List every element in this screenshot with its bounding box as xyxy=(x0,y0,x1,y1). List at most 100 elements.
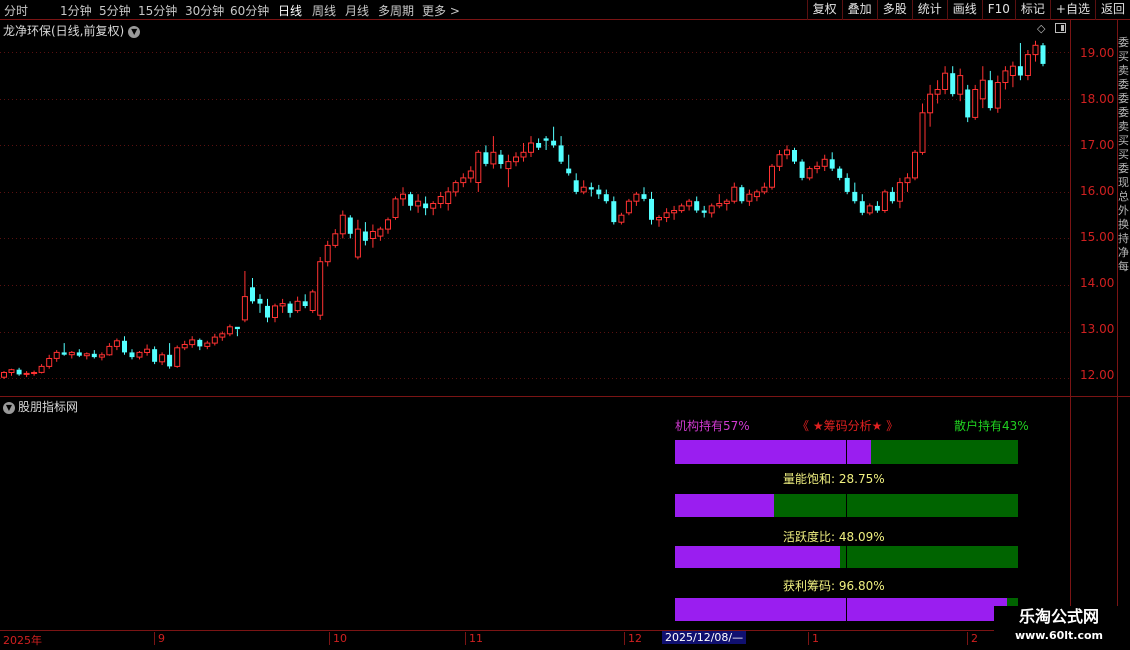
candle-body xyxy=(257,298,263,304)
candle-body xyxy=(1024,54,1031,76)
candle-body xyxy=(633,193,640,202)
candle xyxy=(279,298,286,313)
retail-holding-label: 散户持有43% xyxy=(954,419,1029,433)
date-label: 9 xyxy=(154,632,165,645)
candle xyxy=(558,136,564,164)
candle xyxy=(987,70,993,111)
candle-body xyxy=(279,303,286,307)
candle-body xyxy=(1040,45,1046,64)
candle xyxy=(701,205,707,218)
candle xyxy=(339,210,346,239)
date-label: 2025年 xyxy=(3,634,42,647)
activity-ratio-bar xyxy=(675,546,1018,568)
candle-body xyxy=(445,191,452,204)
candle xyxy=(1040,43,1046,67)
candle-body xyxy=(1032,44,1039,56)
candle-body xyxy=(106,345,113,356)
candle xyxy=(189,336,196,348)
chip-analysis-title: 《 ★筹码分析★ 》 xyxy=(797,419,899,433)
candle xyxy=(934,80,941,104)
candle-body xyxy=(671,210,678,214)
candle-body xyxy=(649,198,654,220)
candle-body xyxy=(829,159,835,169)
candle-body xyxy=(1009,65,1016,76)
candle xyxy=(649,191,654,225)
candles xyxy=(1,40,1046,379)
candle xyxy=(942,66,949,95)
candle xyxy=(746,189,753,206)
candle xyxy=(844,173,850,195)
candle xyxy=(144,344,151,356)
candle-body xyxy=(152,349,158,362)
candle xyxy=(1002,66,1009,90)
candle xyxy=(994,75,1001,113)
candle-body xyxy=(53,351,60,359)
chevron-down-icon[interactable]: ▼ xyxy=(3,401,15,414)
volume-saturation-label: 量能饱和: 28.75% xyxy=(783,472,885,486)
candle xyxy=(332,229,339,248)
candle-body xyxy=(475,151,482,184)
candle-body xyxy=(723,200,730,204)
price-label: 13.00 xyxy=(1080,322,1115,336)
candle xyxy=(566,154,572,176)
candle-body xyxy=(505,161,512,170)
candle-body xyxy=(347,217,353,234)
candle xyxy=(912,150,918,181)
candle-body xyxy=(904,177,911,184)
candle xyxy=(234,326,240,337)
date-axis: 2025年 9 10 11 12 1 2 xyxy=(0,630,1070,647)
candle xyxy=(475,150,482,192)
candle-body xyxy=(61,352,67,355)
candle-body xyxy=(987,80,993,109)
candle xyxy=(821,154,828,171)
candle xyxy=(302,294,308,309)
candle-body xyxy=(167,354,173,367)
candle-body xyxy=(994,82,1001,109)
candle xyxy=(452,180,459,197)
activity-ratio-label: 活跃度比: 48.09% xyxy=(783,530,885,544)
candle xyxy=(226,324,233,337)
candle-body xyxy=(618,214,625,223)
candle-body xyxy=(942,72,949,90)
candle-body xyxy=(919,112,926,153)
candle-body xyxy=(339,214,346,235)
candle-body xyxy=(708,205,715,214)
candle-body xyxy=(392,198,399,218)
candle-body xyxy=(136,351,143,358)
candle-body xyxy=(1017,66,1023,76)
cursor-date-label: 2025/12/08/— xyxy=(662,631,747,644)
candle-body xyxy=(287,303,293,313)
price-label: 16.00 xyxy=(1080,184,1115,198)
candle xyxy=(31,370,38,376)
candle-body xyxy=(174,347,181,367)
candle-body xyxy=(437,196,444,204)
date-label: 2 xyxy=(967,632,978,645)
candle xyxy=(91,350,97,359)
candle-body xyxy=(694,201,700,211)
candle xyxy=(618,212,625,225)
candle xyxy=(83,352,90,360)
profit-chip-label: 获利筹码: 96.80% xyxy=(783,579,885,593)
candle-body xyxy=(122,340,127,353)
candle xyxy=(950,66,956,97)
candle xyxy=(979,66,986,109)
candle xyxy=(211,333,218,346)
candle xyxy=(362,222,368,246)
candle-body xyxy=(68,351,75,356)
candle xyxy=(784,145,790,160)
candle-body xyxy=(934,89,941,95)
candle xyxy=(309,289,316,313)
candle xyxy=(708,203,715,218)
candle-body xyxy=(776,154,783,167)
candle-body xyxy=(837,168,843,178)
candle xyxy=(369,224,376,248)
candle-body xyxy=(354,228,361,258)
candle-body xyxy=(753,191,760,198)
subchart-title[interactable]: ▼ 股朋指标网 xyxy=(3,398,78,415)
candle xyxy=(625,198,632,216)
institutional-holding-label: 机构持有57% xyxy=(675,419,750,433)
candle-body xyxy=(317,261,324,316)
candle-body xyxy=(98,354,105,358)
candle xyxy=(113,338,120,351)
price-label: 14.00 xyxy=(1080,276,1115,290)
